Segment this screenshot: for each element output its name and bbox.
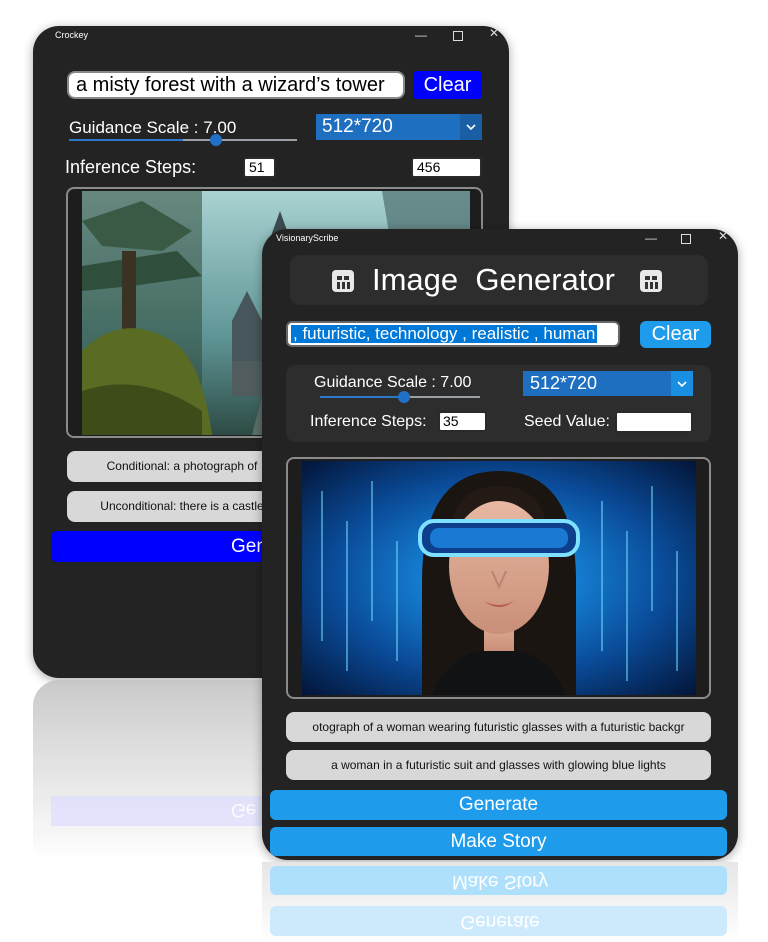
front-slider-knob[interactable] bbox=[398, 391, 410, 403]
header-panel: Image Generator bbox=[290, 255, 708, 305]
front-caption-1-text: otograph of a woman wearing futuristic g… bbox=[312, 720, 685, 734]
front-steps-label: Inference Steps: bbox=[310, 413, 427, 430]
front-steps-input[interactable]: 35 bbox=[438, 411, 487, 432]
maximize-icon[interactable] bbox=[453, 31, 463, 41]
chip-icon-left bbox=[330, 268, 356, 299]
back-clear-button[interactable]: Clear bbox=[413, 71, 482, 99]
maximize-icon[interactable] bbox=[681, 234, 691, 244]
back-window-title: Crockey bbox=[55, 30, 89, 40]
reflection-make-story-label: Make Story bbox=[451, 871, 549, 892]
header-title: Image Generator bbox=[372, 262, 615, 297]
close-icon[interactable]: ✕ bbox=[489, 26, 499, 40]
back-window-reflection: Ge bbox=[33, 680, 268, 860]
back-steps-label: Inference Steps: bbox=[65, 157, 197, 177]
front-window: VisionaryScribe — ✕ Image Generator , fu… bbox=[262, 229, 738, 860]
futuristic-woman-image bbox=[302, 461, 696, 695]
minimize-icon[interactable]: — bbox=[645, 231, 657, 245]
reflection-back-generate-label: Ge bbox=[231, 799, 257, 820]
chevron-down-icon bbox=[671, 371, 693, 396]
close-icon[interactable]: ✕ bbox=[718, 229, 728, 243]
back-prompt-text: a misty forest with a wizard’s tower bbox=[76, 74, 385, 96]
back-steps-input[interactable]: 51 bbox=[243, 157, 276, 178]
front-caption-1: otograph of a woman wearing futuristic g… bbox=[286, 712, 711, 742]
front-window-reflection: Make Story Generate bbox=[262, 862, 738, 942]
back-titlebar: Crockey — ✕ bbox=[33, 26, 509, 56]
chip-icon-right bbox=[638, 268, 664, 299]
front-seed-input[interactable] bbox=[615, 411, 693, 433]
back-seed-value: 456 bbox=[417, 159, 441, 175]
back-prompt-input[interactable]: a misty forest with a wizard’s tower bbox=[67, 71, 405, 99]
front-steps-value: 35 bbox=[443, 413, 459, 429]
generate-button[interactable]: Generate bbox=[270, 790, 727, 820]
front-size-value: 512*720 bbox=[530, 373, 598, 393]
front-caption-2-text: a woman in a futuristic suit and glasses… bbox=[331, 758, 666, 772]
front-prompt-text: , futuristic, technology , realistic , h… bbox=[291, 324, 598, 343]
front-image-frame bbox=[286, 457, 711, 699]
back-steps-value: 51 bbox=[249, 159, 265, 175]
front-seed-label: Seed Value: bbox=[524, 413, 610, 430]
front-clear-button[interactable]: Clear bbox=[640, 321, 711, 348]
back-seed-input[interactable]: 456 bbox=[411, 157, 482, 178]
front-size-dropdown[interactable]: 512*720 bbox=[523, 371, 693, 396]
make-story-button[interactable]: Make Story bbox=[270, 827, 727, 856]
back-slider-knob[interactable] bbox=[210, 134, 223, 146]
back-size-dropdown[interactable]: 512*720 bbox=[316, 114, 482, 140]
front-guidance-label: Guidance Scale : 7.00 bbox=[314, 374, 472, 391]
front-window-title: VisionaryScribe bbox=[276, 233, 339, 243]
settings-panel: Guidance Scale : 7.00 512*720 Inference … bbox=[286, 365, 711, 442]
chevron-down-icon bbox=[460, 114, 482, 140]
back-conditional-text: Conditional: a photograph of bbox=[106, 459, 258, 473]
back-unconditional-text: Unconditional: there is a castle bbox=[100, 499, 264, 513]
front-caption-2: a woman in a futuristic suit and glasses… bbox=[286, 750, 711, 780]
back-size-value: 512*720 bbox=[322, 116, 393, 137]
minimize-icon[interactable]: — bbox=[415, 28, 427, 42]
reflection-generate-label: Generate bbox=[460, 911, 540, 932]
front-prompt-input[interactable]: , futuristic, technology , realistic , h… bbox=[286, 321, 620, 347]
